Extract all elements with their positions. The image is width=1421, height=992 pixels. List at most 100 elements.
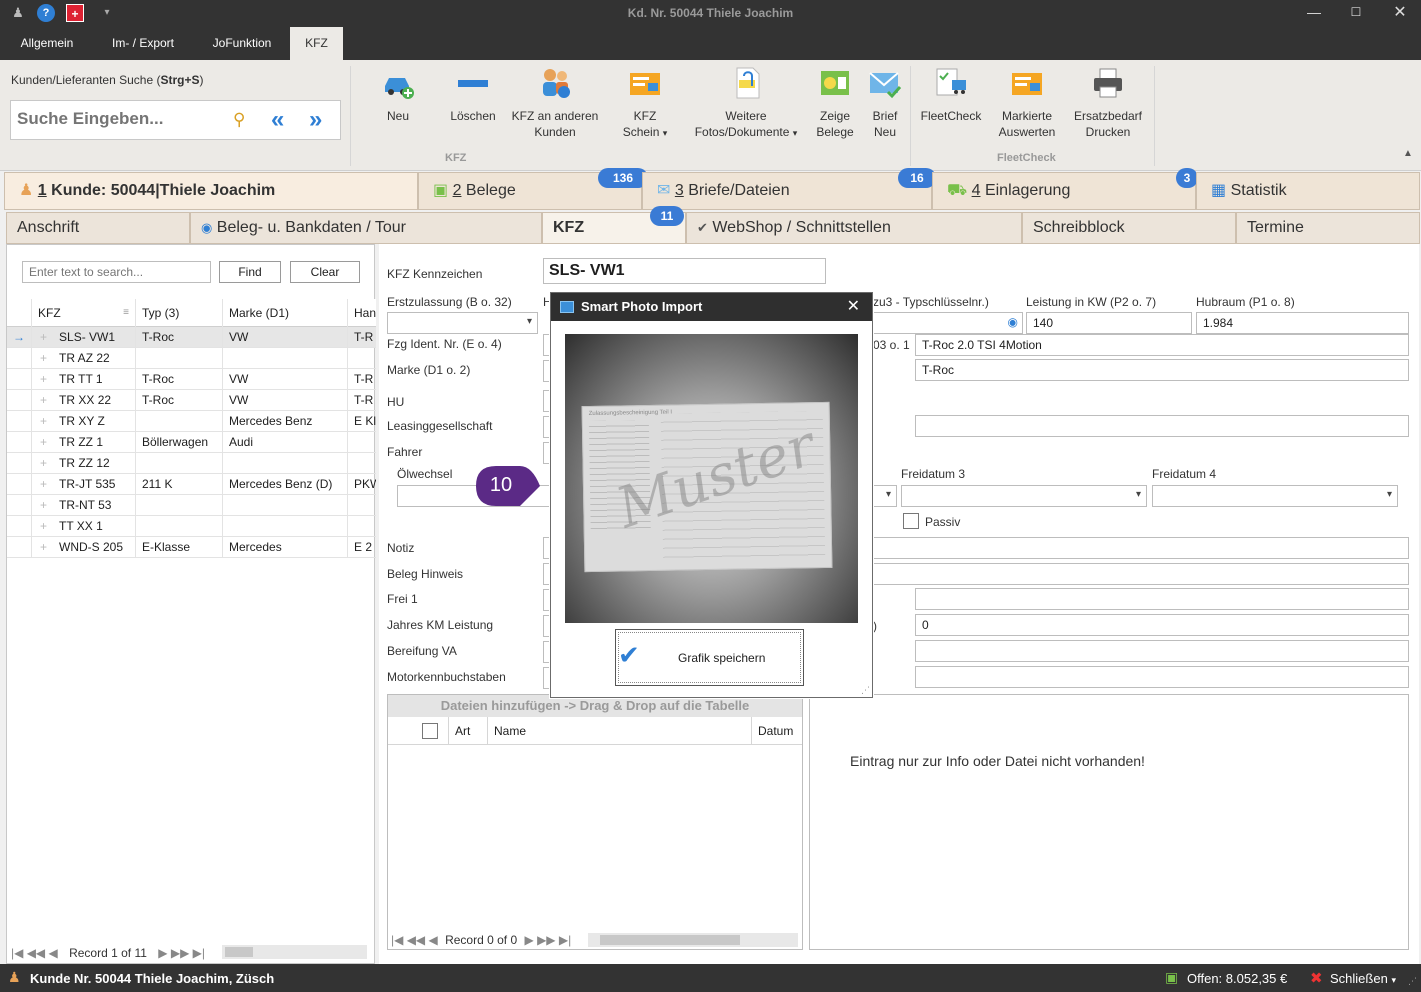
col-marke[interactable]: Marke (D1) <box>223 299 348 327</box>
typschluessel-field[interactable]: ◉ <box>873 312 1023 334</box>
tab-kfz[interactable]: KFZ <box>290 27 343 60</box>
status-resize-grip-icon[interactable]: ⋰ <box>1408 976 1417 987</box>
files-scrollbar[interactable] <box>588 933 798 947</box>
erstzulassung-field[interactable] <box>387 312 538 334</box>
motor-right-field[interactable] <box>915 666 1409 688</box>
tab-kunde[interactable]: ♟ 1 Kunde: 50044|Thiele Joachim <box>4 172 418 210</box>
bereifung-right-field[interactable] <box>915 640 1409 662</box>
passiv-checkbox[interactable] <box>903 513 919 529</box>
search-icon[interactable]: ⚲ <box>233 110 245 130</box>
col-datum[interactable]: Datum <box>751 717 793 745</box>
handelsname-field[interactable]: T-Roc 2.0 TSI 4Motion <box>915 334 1409 356</box>
col-handel[interactable]: Han <box>348 299 376 327</box>
table-row[interactable]: + TR XX 22 T-Roc VW T-R <box>7 390 376 411</box>
collapse-ribbon-icon[interactable]: ▲ <box>1403 148 1413 159</box>
kennzeichen-field[interactable]: SLS- VW1 <box>543 258 826 284</box>
files-last-icon[interactable]: ▶| <box>559 933 571 947</box>
expand-row-icon[interactable]: + <box>40 330 47 344</box>
new-vehicle-button[interactable]: Neu <box>378 66 418 124</box>
col-kfz[interactable]: KFZ ≡ <box>32 299 136 327</box>
minimize-button[interactable]: — <box>1294 0 1334 27</box>
freidatum2-field[interactable] <box>873 485 897 507</box>
col-name[interactable]: Name <box>487 717 526 745</box>
freidatum3-field[interactable] <box>901 485 1147 507</box>
freidatum4-field[interactable] <box>1152 485 1398 507</box>
show-receipts-button[interactable]: Zeige Belege <box>812 66 858 140</box>
grid-search-input[interactable] <box>22 261 211 283</box>
next-record-icon[interactable]: » <box>309 106 322 134</box>
expand-row-icon[interactable]: + <box>40 498 47 512</box>
expand-row-icon[interactable]: + <box>40 351 47 365</box>
table-row[interactable]: + TR AZ 22 <box>7 348 376 369</box>
web-lookup-icon[interactable]: ◉ <box>1008 315 1018 329</box>
hubraum-field[interactable]: 1.984 <box>1196 312 1409 334</box>
prev-page-icon[interactable]: ◀◀ <box>27 946 45 960</box>
files-first-icon[interactable]: |◀ <box>391 933 403 947</box>
save-graphic-button[interactable]: ✔ Grafik speichern <box>615 629 804 686</box>
expand-row-icon[interactable]: + <box>40 435 47 449</box>
more-photos-button[interactable]: Weitere Fotos/Dokumente ▾ <box>688 66 804 141</box>
previous-record-icon[interactable]: « <box>271 106 284 134</box>
expand-row-icon[interactable]: + <box>40 540 47 554</box>
delete-button[interactable]: Löschen <box>448 66 498 124</box>
tab-termine[interactable]: Termine <box>1236 212 1420 244</box>
leasing-right-field[interactable] <box>915 415 1409 437</box>
tab-beleg-bankdaten[interactable]: ◉ Beleg- u. Bankdaten / Tour <box>190 212 542 244</box>
expand-row-icon[interactable]: + <box>40 477 47 491</box>
new-letter-button[interactable]: Brief Neu <box>866 66 904 140</box>
table-row[interactable]: + TR-JT 535 211 K Mercedes Benz (D) PKW <box>7 474 376 495</box>
table-row[interactable]: + TR ZZ 12 <box>7 453 376 474</box>
expand-row-icon[interactable]: + <box>40 393 47 407</box>
close-window-button[interactable]: ✕ <box>1380 0 1420 27</box>
tab-einlagerung[interactable]: ⛟ 4 Einlagerung <box>932 172 1196 210</box>
expand-row-icon[interactable]: + <box>40 519 47 533</box>
expand-row-icon[interactable]: + <box>40 414 47 428</box>
frei2-field[interactable] <box>915 588 1409 610</box>
tab-statistik[interactable]: ▦ Statistik <box>1196 172 1420 210</box>
horizontal-scrollbar[interactable] <box>222 945 367 959</box>
files-prev-page-icon[interactable]: ◀◀ <box>407 933 425 947</box>
tab-jofunktion[interactable]: JoFunktion <box>198 27 286 60</box>
move-vehicle-button[interactable]: KFZ an anderen Kunden <box>508 66 602 140</box>
evaluate-marked-button[interactable]: Markierte Auswerten <box>994 66 1060 140</box>
table-row[interactable]: + WND-S 205 E-Klasse Mercedes E 2 <box>7 537 376 558</box>
status-offen[interactable]: Offen: 8.052,35 € <box>1187 971 1287 986</box>
clear-button[interactable]: Clear <box>290 261 360 283</box>
dialog-close-icon[interactable]: ✕ <box>847 293 860 321</box>
files-next-icon[interactable]: ▶ <box>524 933 533 947</box>
tab-im-export[interactable]: Im- / Export <box>96 27 190 60</box>
prev-record-icon[interactable]: ◀ <box>49 946 58 960</box>
next-page-icon[interactable]: ▶▶ <box>171 946 189 960</box>
table-row[interactable]: + TT XX 1 <box>7 516 376 537</box>
leistung-field[interactable]: 140 <box>1026 312 1192 334</box>
files-next-page-icon[interactable]: ▶▶ <box>537 933 555 947</box>
vehicle-registration-button[interactable]: KFZ Schein ▾ <box>610 66 680 141</box>
first-record-icon[interactable]: |◀ <box>11 946 23 960</box>
tab-anschrift[interactable]: Anschrift <box>6 212 190 244</box>
col-art[interactable]: Art <box>448 717 470 745</box>
select-all-checkbox[interactable] <box>422 723 438 739</box>
typ-field[interactable]: T-Roc <box>915 359 1409 381</box>
fleetcheck-button[interactable]: FleetCheck <box>918 66 984 124</box>
tab-allgemein[interactable]: Allgemein <box>8 27 86 60</box>
table-row[interactable]: + TR-NT 53 <box>7 495 376 516</box>
files-prev-icon[interactable]: ◀ <box>429 933 438 947</box>
table-row[interactable]: + TR ZZ 1 Böllerwagen Audi <box>7 432 376 453</box>
column-filter-icon[interactable]: ≡ <box>123 299 129 327</box>
find-button[interactable]: Find <box>219 261 281 283</box>
table-row[interactable]: + TR TT 1 T-Roc VW T-R <box>7 369 376 390</box>
maximize-button[interactable]: ☐ <box>1336 0 1376 27</box>
table-row[interactable]: + TR XY Z Mercedes Benz E Kl <box>7 411 376 432</box>
files-grid[interactable]: Dateien hinzufügen -> Drag & Drop auf di… <box>387 694 803 950</box>
col-typ[interactable]: Typ (3) <box>136 299 223 327</box>
expand-row-icon[interactable]: + <box>40 372 47 386</box>
table-row[interactable]: → + SLS- VW1 T-Roc VW T-R <box>7 327 376 348</box>
jahres-km-right-field[interactable]: 0 <box>915 614 1409 636</box>
resize-grip-icon[interactable]: ⋰ <box>861 685 870 696</box>
tab-webshop[interactable]: ✔ WebShop / Schnittstellen <box>686 212 1022 244</box>
last-record-icon[interactable]: ▶| <box>193 946 205 960</box>
customer-search-input[interactable] <box>17 109 217 129</box>
expand-row-icon[interactable]: + <box>40 456 47 470</box>
print-replacement-button[interactable]: Ersatzbedarf Drucken <box>1068 66 1148 140</box>
tab-schreibblock[interactable]: Schreibblock <box>1022 212 1236 244</box>
